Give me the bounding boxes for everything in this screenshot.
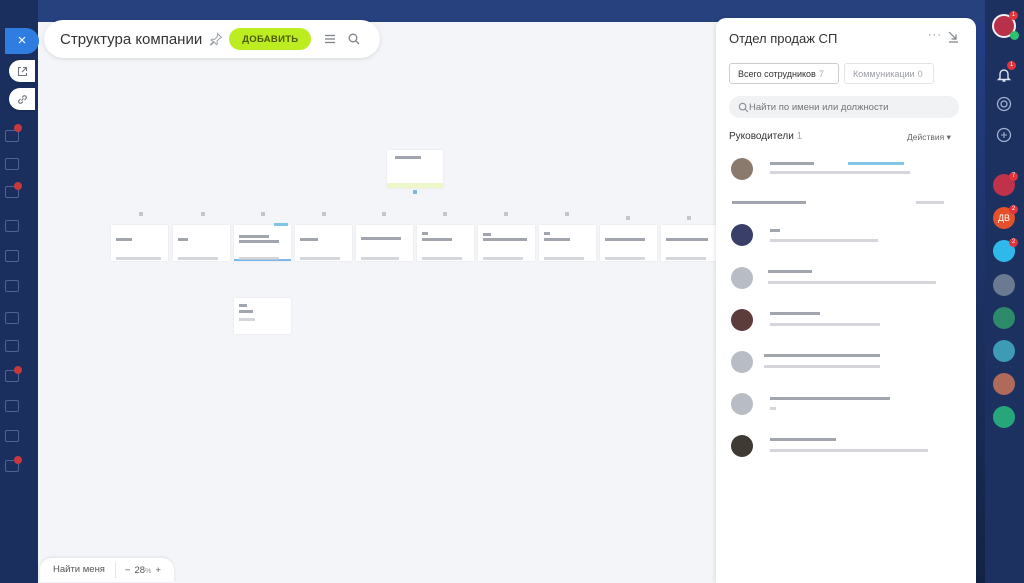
avatar-badge: 1 xyxy=(1009,11,1018,20)
pin-icon[interactable] xyxy=(209,32,223,46)
activity-icon[interactable] xyxy=(995,95,1013,113)
department-panel: Отдел продаж СП ··· Всего сотрудников 7 К… xyxy=(716,18,976,583)
org-node[interactable] xyxy=(661,225,718,261)
contact-avatar[interactable] xyxy=(993,274,1015,296)
tab-communications[interactable]: Коммуникации 0 xyxy=(844,63,934,84)
find-me-button[interactable]: Найти меня xyxy=(40,562,116,578)
open-external-icon xyxy=(17,66,27,76)
nav-item-icon[interactable] xyxy=(5,220,19,232)
copy-link-button[interactable] xyxy=(9,88,35,110)
add-button[interactable]: ДОБАВИТЬ xyxy=(229,28,312,50)
search-icon[interactable] xyxy=(347,32,361,46)
group-app-icon[interactable] xyxy=(993,340,1015,362)
nav-item-icon[interactable] xyxy=(5,280,19,292)
link-icon xyxy=(17,94,27,104)
nav-badge xyxy=(14,124,22,132)
employee-row[interactable] xyxy=(716,261,976,297)
chart-toolbar: Структура компании ДОБАВИТЬ xyxy=(44,20,380,58)
page-title: Структура компании xyxy=(60,30,203,48)
employee-search-input[interactable] xyxy=(749,101,939,113)
search-icon[interactable] xyxy=(995,126,1013,144)
contact-avatar[interactable] xyxy=(993,373,1015,395)
employee-row[interactable] xyxy=(716,429,976,465)
right-toolbar: 1 1 7 ДВ 2 2 xyxy=(985,0,1024,583)
nav-item-icon[interactable] xyxy=(5,312,19,324)
connector-dot xyxy=(687,216,691,220)
zoom-level: 28% xyxy=(134,564,152,576)
nav-badge xyxy=(14,366,22,374)
connector-dot xyxy=(443,212,447,216)
connector-dot xyxy=(322,212,326,216)
connector-dot xyxy=(201,212,205,216)
connector-dot xyxy=(139,212,143,216)
employee-row[interactable] xyxy=(716,152,976,188)
employee-search xyxy=(729,96,959,118)
avatar xyxy=(731,309,753,331)
more-button[interactable]: ··· xyxy=(928,29,942,41)
zoom-out-button[interactable]: − xyxy=(125,565,131,576)
avatar xyxy=(731,435,753,457)
search-icon xyxy=(738,102,749,112)
connector-dot xyxy=(565,212,569,216)
nav-item-icon[interactable] xyxy=(5,430,19,442)
org-node[interactable] xyxy=(478,225,535,261)
nav-item-icon[interactable] xyxy=(5,250,19,262)
collapse-panel-icon[interactable] xyxy=(947,30,959,43)
org-node[interactable] xyxy=(539,225,596,261)
tab-all-employees[interactable]: Всего сотрудников 7 xyxy=(729,63,839,84)
avatar-placeholder xyxy=(731,351,753,373)
org-node[interactable] xyxy=(173,225,230,261)
connector-dot xyxy=(504,212,508,216)
connector-dot xyxy=(626,216,630,220)
actions-dropdown[interactable]: Действия ▾ xyxy=(907,132,951,143)
nav-item-icon[interactable] xyxy=(5,158,19,170)
org-node-child[interactable] xyxy=(234,298,291,334)
org-node-root[interactable] xyxy=(387,150,443,188)
org-node-selected[interactable] xyxy=(234,223,291,261)
chat-badge: 7 xyxy=(1009,172,1018,181)
employee-row[interactable] xyxy=(716,303,976,339)
online-status-icon xyxy=(1010,31,1019,40)
connector-dot xyxy=(413,190,417,194)
avatar-placeholder xyxy=(731,393,753,415)
org-node[interactable] xyxy=(417,225,474,261)
connector-dot xyxy=(261,212,265,216)
app-icon[interactable] xyxy=(993,406,1015,428)
org-node[interactable] xyxy=(111,225,168,261)
org-node[interactable] xyxy=(356,225,413,261)
nav-badge xyxy=(14,456,22,464)
nav-badge xyxy=(14,182,22,190)
nav-item-icon[interactable] xyxy=(5,340,19,352)
close-button[interactable]: × xyxy=(5,28,39,54)
employee-row[interactable] xyxy=(716,387,976,423)
avatar xyxy=(731,224,753,246)
zoom-in-button[interactable]: + xyxy=(155,565,161,576)
menu-icon[interactable] xyxy=(323,32,337,46)
org-node[interactable] xyxy=(295,225,352,261)
app-window: Структура компании ДОБАВИТЬ × Найти меня… xyxy=(0,0,1024,583)
notifications-badge: 1 xyxy=(1007,61,1016,70)
employee-row[interactable] xyxy=(716,218,976,254)
dv-badge: 2 xyxy=(1009,205,1018,214)
avatar-placeholder xyxy=(731,267,753,289)
employee-row[interactable] xyxy=(716,345,976,381)
avatar xyxy=(731,158,753,180)
nav-item-icon[interactable] xyxy=(5,400,19,412)
department-title: Отдел продаж СП xyxy=(729,31,838,46)
contact-app-icon[interactable] xyxy=(993,307,1015,329)
org-chart-canvas[interactable] xyxy=(38,22,718,583)
org-node[interactable] xyxy=(600,225,657,261)
messages-badge: 2 xyxy=(1009,238,1018,247)
open-in-new-window-button[interactable] xyxy=(9,60,35,82)
zoom-controls: Найти меня − 28% + xyxy=(40,558,174,582)
managers-section-title: Руководители 1 xyxy=(729,131,803,142)
connector-dot xyxy=(382,212,386,216)
